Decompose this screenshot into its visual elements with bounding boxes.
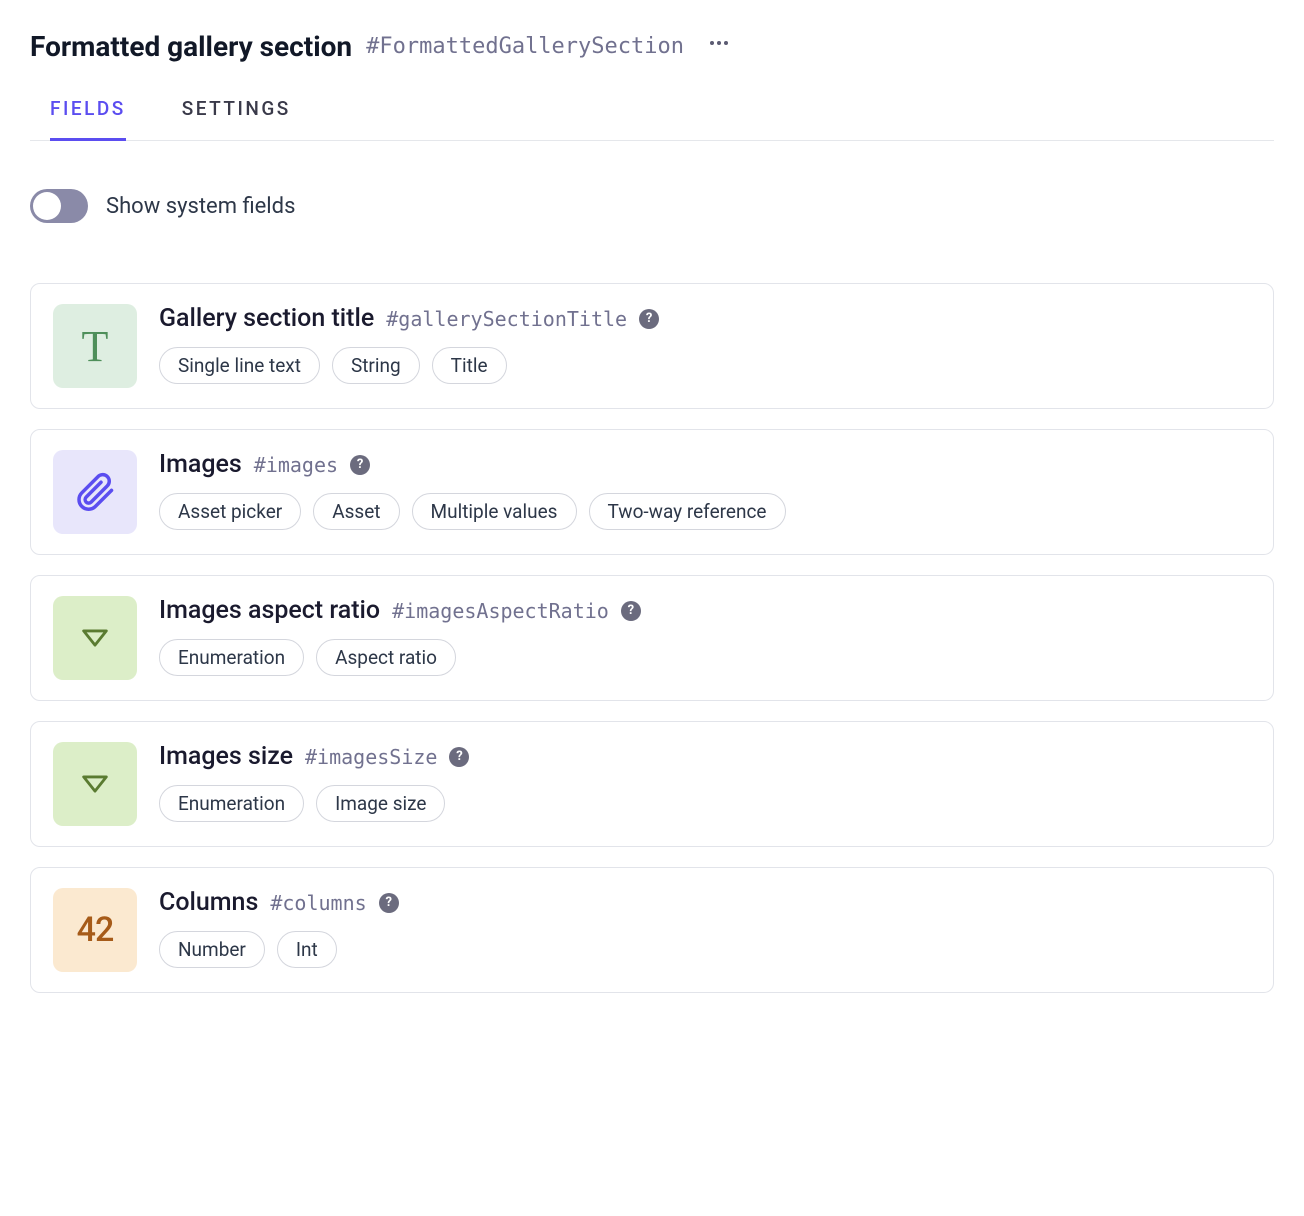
tab-settings[interactable]: SETTINGS [182, 91, 291, 141]
field-type-pill: Enumeration [159, 639, 304, 676]
asset-field-icon [53, 450, 137, 534]
field-row[interactable]: Images size #imagesSize? Enumeration Image … [30, 721, 1274, 847]
page-title: Formatted gallery section [30, 30, 352, 63]
field-api-id: #imagesSize [305, 745, 437, 769]
field-pills: Enumeration Aspect ratio [159, 639, 1251, 676]
field-type-pill: Enumeration [159, 785, 304, 822]
field-name: Images [159, 450, 242, 479]
field-name: Gallery section title [159, 304, 374, 333]
tabs: FIELDS SETTINGS [30, 91, 1274, 141]
field-pills: Enumeration Image size [159, 785, 1251, 822]
dropdown-triangle-icon [78, 767, 112, 801]
enum-field-icon [53, 596, 137, 680]
model-api-id: #FormattedGallerySection [366, 34, 684, 59]
field-type-pill: Aspect ratio [316, 639, 456, 676]
field-name: Columns [159, 888, 258, 917]
field-type-pill: Multiple values [412, 493, 577, 530]
help-icon[interactable]: ? [621, 601, 641, 621]
enum-field-icon [53, 742, 137, 826]
tab-fields[interactable]: FIELDS [50, 91, 126, 141]
paperclip-icon [74, 471, 116, 513]
field-api-id: #columns [270, 891, 366, 915]
field-type-pill: Asset picker [159, 493, 301, 530]
help-icon[interactable]: ? [449, 747, 469, 767]
help-icon[interactable]: ? [350, 455, 370, 475]
fields-list: T Gallery section title #gallerySectionTit… [30, 283, 1274, 993]
toggle-knob [33, 192, 61, 220]
field-type-pill: Asset [313, 493, 399, 530]
field-pills: Single line text String Title [159, 347, 1251, 384]
field-pills: Asset picker Asset Multiple values Two-way … [159, 493, 1251, 530]
field-pills: Number Int [159, 931, 1251, 968]
field-type-pill: String [332, 347, 420, 384]
field-name: Images size [159, 742, 293, 771]
dots-icon [710, 41, 714, 45]
field-type-pill: Int [277, 931, 337, 968]
field-row[interactable]: Images aspect ratio #imagesAspectRatio? En… [30, 575, 1274, 701]
field-name: Images aspect ratio [159, 596, 380, 625]
number-field-icon: 42 [53, 888, 137, 972]
field-api-id: #gallerySectionTitle [386, 307, 627, 331]
dropdown-triangle-icon [78, 621, 112, 655]
more-menu-button[interactable] [704, 35, 734, 51]
show-system-fields-label: Show system fields [106, 194, 295, 219]
field-type-pill: Number [159, 931, 265, 968]
field-type-pill: Image size [316, 785, 445, 822]
field-api-id: #images [254, 453, 338, 477]
field-type-pill: Two-way reference [589, 493, 786, 530]
field-row[interactable]: Images #images? Asset picker Asset Multiple … [30, 429, 1274, 555]
field-type-pill: Single line text [159, 347, 320, 384]
field-row[interactable]: T Gallery section title #gallerySectionTit… [30, 283, 1274, 409]
field-type-pill: Title [432, 347, 507, 384]
help-icon[interactable]: ? [639, 309, 659, 329]
field-row[interactable]: 42 Columns #columns? Number Int [30, 867, 1274, 993]
show-system-fields-toggle[interactable] [30, 189, 88, 223]
text-field-icon: T [53, 304, 137, 388]
help-icon[interactable]: ? [379, 893, 399, 913]
field-api-id: #imagesAspectRatio [392, 599, 609, 623]
